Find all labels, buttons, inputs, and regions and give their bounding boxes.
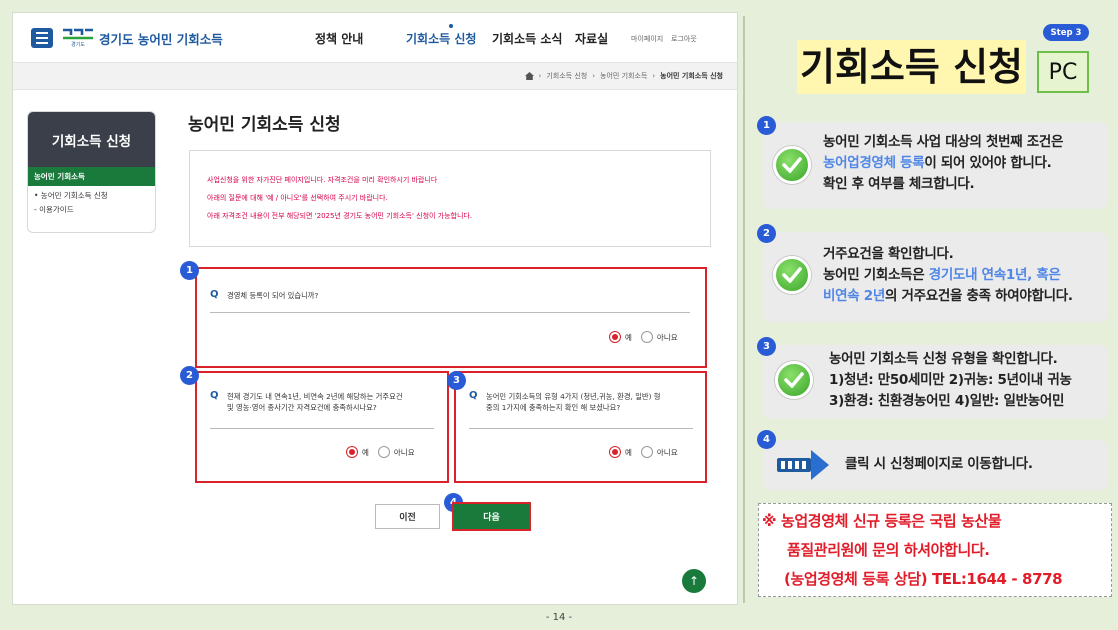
- pc-label: PC: [1037, 51, 1089, 93]
- sidebar-title: 기회소득 신청: [28, 112, 155, 167]
- divider: [210, 312, 690, 313]
- question-1-marker: Q: [210, 289, 219, 300]
- check-icon: [773, 256, 811, 294]
- sidebar-item-farmer-income[interactable]: 농어민 기회소득: [28, 167, 155, 186]
- card-badge-2: 2: [757, 224, 776, 243]
- breadcrumb: › 기회소득 신청 › 농어민 기회소득 › 농어민 기회소득 신청: [524, 71, 723, 81]
- step-badge-2: 2: [180, 366, 199, 385]
- divider: [469, 428, 693, 429]
- breadcrumb-sep-icon: ›: [652, 72, 656, 80]
- scroll-top-icon[interactable]: ↑: [682, 569, 706, 593]
- breadcrumb-sep-icon: ›: [538, 72, 542, 80]
- nav-news[interactable]: 기회소득 소식: [492, 30, 562, 47]
- breadcrumb-current: 농어민 기회소득 신청: [660, 72, 723, 80]
- check-icon: [773, 146, 811, 184]
- gyeonggi-logo-icon: 경기도: [63, 28, 93, 48]
- card-4-text: 클릭 시 신청페이지로 이동합니다.: [845, 456, 1033, 472]
- mypage-link[interactable]: 마이페이지: [631, 34, 663, 44]
- card-badge-1: 1: [757, 116, 776, 135]
- q1-no-radio[interactable]: [640, 331, 653, 343]
- registration-note: ※ 농업경영체 신규 등록은 국립 농산물 품질관리원에 문의 하셔야합니다. …: [758, 503, 1112, 597]
- q3-no-radio[interactable]: [640, 446, 653, 458]
- website-screenshot: 경기도 경기도 농어민 기회소득 정책 안내 기회소득 신청 기회소득 소식 자…: [12, 12, 738, 605]
- sidebar-item-guide[interactable]: - 이용가이드: [28, 203, 155, 217]
- q1-yes-radio[interactable]: [609, 331, 621, 343]
- sidebar: 기회소득 신청 농어민 기회소득 • 농어민 기회소득 신청 - 이용가이드: [27, 111, 156, 233]
- question-3-marker: Q: [469, 390, 478, 401]
- q3-no-label: 아니요: [656, 447, 678, 457]
- nav-policy[interactable]: 정책 안내: [315, 30, 363, 47]
- card-3-text: 농어민 기회소득 신청 유형을 확인합니다. 1)청년: 만50세미만 2)귀농…: [829, 351, 1072, 409]
- notice-box: 사업신청을 위한 자가진단 페이지입니다. 자격조건을 미리 확인하시기 바랍니…: [189, 150, 711, 247]
- divider: [210, 428, 434, 429]
- explain-card-3: 3 농어민 기회소득 신청 유형을 확인합니다. 1)청년: 만50세미만 2)…: [757, 337, 1108, 419]
- note-line-1: ※ 농업경영체 신규 등록은 국립 농산물: [762, 512, 1002, 530]
- q2-no-label: 아니요: [393, 447, 415, 457]
- breadcrumb-bar: › 기회소득 신청 › 농어민 기회소득 › 농어민 기회소득 신청: [13, 63, 737, 90]
- prev-button[interactable]: 이전: [375, 504, 440, 529]
- sidebar-item-apply[interactable]: • 농어민 기회소득 신청: [28, 189, 155, 203]
- q1-no-label: 아니요: [656, 332, 678, 342]
- card-badge-4: 4: [757, 430, 776, 449]
- question-3-text-line2: 중의 1가지에 충족하는지 확인 해 보셨나요?: [486, 403, 621, 412]
- question-2-text-line1: 현재 경기도 내 연속1년, 비연속 2년에 해당하는 거주요건: [227, 392, 403, 401]
- breadcrumb-item[interactable]: 기회소득 신청: [546, 71, 587, 81]
- logout-link[interactable]: 로그아웃: [671, 34, 697, 44]
- question-2-options: 예 아니요: [346, 446, 415, 458]
- question-3-highlight: [454, 371, 707, 483]
- question-1-text: 경영체 등록이 되어 있습니까?: [227, 291, 319, 300]
- q3-yes-radio[interactable]: [609, 446, 621, 458]
- step-badge-3: 3: [447, 371, 466, 390]
- q2-yes-label: 예: [362, 447, 369, 457]
- right-title: 기회소득 신청: [797, 40, 1026, 94]
- page-title: 농어민 기회소득 신청: [188, 115, 341, 135]
- explain-card-4: 4 클릭 시 신청페이지로 이동합니다.: [757, 430, 1108, 490]
- q2-yes-radio[interactable]: [346, 446, 358, 458]
- site-logo-text[interactable]: 경기도 농어민 기회소득: [99, 29, 223, 48]
- breadcrumb-sep-icon: ›: [592, 72, 596, 80]
- check-icon: [775, 361, 813, 399]
- question-2-marker: Q: [210, 390, 219, 401]
- logo-mark-text: 경기도: [71, 41, 85, 48]
- q1-yes-label: 예: [625, 332, 632, 342]
- hamburger-menu-icon[interactable]: [31, 28, 53, 48]
- step-tag: Step 3: [1043, 24, 1089, 41]
- question-2-highlight: [195, 371, 449, 483]
- q2-no-radio[interactable]: [377, 446, 390, 458]
- home-icon[interactable]: [524, 72, 534, 80]
- nav-apply[interactable]: 기회소득 신청: [406, 30, 476, 47]
- notice-line: 사업신청을 위한 자가진단 페이지입니다. 자격조건을 미리 확인하시기 바랍니…: [207, 176, 438, 184]
- divider-vertical: [743, 16, 745, 603]
- next-button[interactable]: 다음: [452, 502, 531, 531]
- nav-active-dot: [449, 24, 453, 28]
- card-badge-3: 3: [757, 337, 776, 356]
- card-1-text: 농어민 기회소득 사업 대상의 첫번째 조건은 농어업경영체 등록이 되어 있어…: [823, 134, 1064, 192]
- question-1-options: 예 아니요: [609, 331, 678, 343]
- arrow-right-icon: [777, 450, 829, 480]
- explain-card-2: 2 거주요건을 확인합니다. 농어민 기회소득은 경기도내 연속1년, 혹은 비…: [757, 224, 1108, 322]
- question-3-text-line1: 농어민 기회소득의 유형 4가지 (청년,귀농, 환경, 일반) 형: [486, 392, 661, 401]
- top-navigation: 경기도 경기도 농어민 기회소득 정책 안내 기회소득 신청 기회소득 소식 자…: [13, 13, 737, 63]
- breadcrumb-item[interactable]: 농어민 기회소득: [600, 71, 647, 81]
- step-badge-1: 1: [180, 261, 199, 280]
- card-2-text: 거주요건을 확인합니다. 농어민 기회소득은 경기도내 연속1년, 혹은 비연속…: [823, 246, 1073, 304]
- explain-card-1: 1 농어민 기회소득 사업 대상의 첫번째 조건은 농어업경영체 등록이 되어 …: [757, 116, 1108, 209]
- question-2-text-line2: 및 영농·영어 종사기간 자격요건에 충족하시나요?: [227, 403, 377, 412]
- q3-yes-label: 예: [625, 447, 632, 457]
- question-3-options: 예 아니요: [609, 446, 678, 458]
- notice-line: 아래의 질문에 대해 '예 / 아니오'를 선택하여 주시기 바랍니다.: [207, 194, 388, 202]
- nav-resources[interactable]: 자료실: [575, 30, 608, 47]
- note-line-3: (농업경영체 등록 상담) TEL:1644 - 8778: [784, 570, 1063, 588]
- page-number: - 14 -: [545, 612, 573, 623]
- note-line-2: 품질관리원에 문의 하셔야합니다.: [787, 541, 990, 559]
- question-1-highlight: [195, 267, 707, 368]
- notice-line: 아래 자격조건 내용이 전부 해당되면 '2025년 경기도 농어민 기회소득'…: [207, 212, 473, 220]
